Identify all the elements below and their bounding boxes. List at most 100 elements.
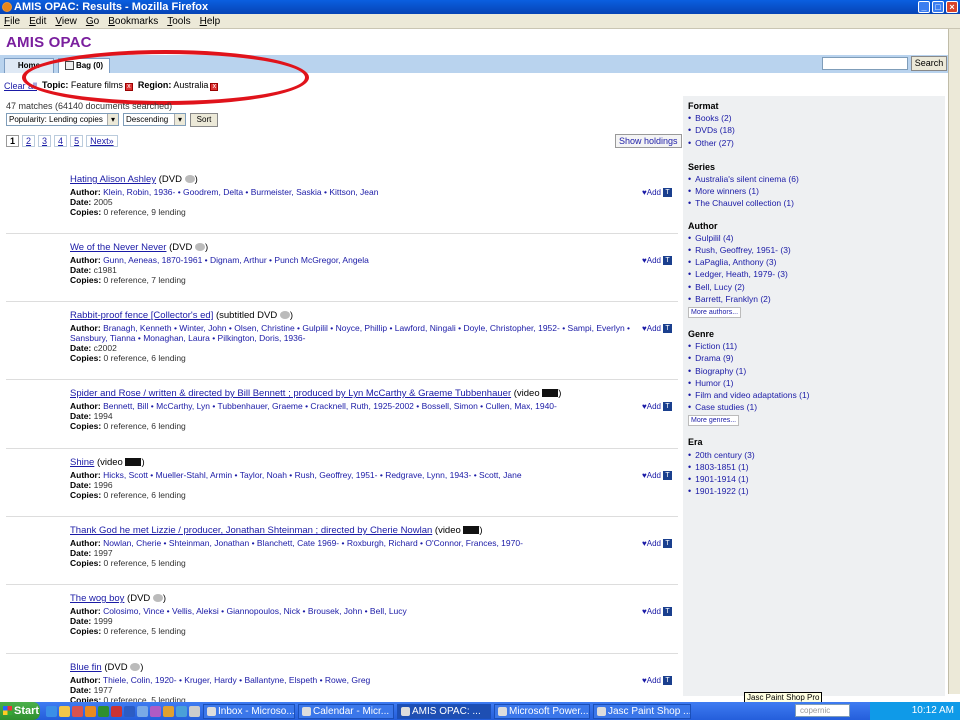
facet-item[interactable]: Books (2): [688, 112, 940, 124]
facet-item[interactable]: Barrett, Franklyn (2): [688, 293, 940, 305]
t-icon[interactable]: T: [662, 539, 672, 549]
result-author[interactable]: Klein, Robin, 1936- • Goodrem, Delta • B…: [103, 187, 378, 197]
menu-bookmarks[interactable]: Bookmarks: [108, 14, 158, 28]
add-label[interactable]: ♥Add: [642, 539, 661, 548]
add-to-bag-button[interactable]: ♥Add T: [642, 539, 672, 549]
sort-button[interactable]: Sort: [190, 113, 218, 127]
facet-link[interactable]: Barrett, Franklyn (2): [695, 294, 771, 304]
t-icon[interactable]: T: [662, 676, 672, 686]
result-title-link[interactable]: Hating Alison Ashley: [70, 174, 156, 185]
add-to-bag-button[interactable]: ♥Add T: [642, 676, 672, 686]
add-label[interactable]: ♥Add: [642, 256, 661, 265]
facet-item[interactable]: 1901-1922 (1): [688, 485, 940, 497]
vertical-scrollbar[interactable]: [948, 29, 960, 694]
facet-link[interactable]: Other (27): [695, 138, 734, 148]
minimize-icon[interactable]: _: [918, 1, 930, 13]
taskbar-item-amis[interactable]: AMIS OPAC: ...: [397, 703, 491, 719]
add-to-bag-button[interactable]: ♥Add T: [642, 188, 672, 198]
result-author[interactable]: Nowlan, Cherie • Shteinman, Jonathan • B…: [103, 538, 523, 548]
facet-item[interactable]: 1901-1914 (1): [688, 473, 940, 485]
page-2[interactable]: 2: [22, 135, 36, 147]
menu-edit[interactable]: Edit: [29, 14, 46, 28]
add-to-bag-button[interactable]: ♥Add T: [642, 402, 672, 412]
page-4[interactable]: 4: [54, 135, 68, 147]
facet-item[interactable]: LaPaglia, Anthony (3): [688, 256, 940, 268]
menu-view[interactable]: View: [55, 14, 77, 28]
add-to-bag-button[interactable]: ♥Add T: [642, 324, 672, 334]
app-icon[interactable]: [176, 705, 187, 717]
menu-tools[interactable]: Tools: [167, 14, 190, 28]
result-author[interactable]: Gunn, Aeneas, 1870-1961 • Dignam, Arthur…: [103, 255, 369, 265]
outlook-icon[interactable]: [72, 705, 83, 717]
menu-help[interactable]: Help: [200, 14, 221, 28]
page-1[interactable]: 1: [6, 135, 20, 147]
facet-link[interactable]: LaPaglia, Anthony (3): [695, 257, 776, 267]
facet-item[interactable]: Film and video adaptations (1): [688, 389, 940, 401]
facet-item[interactable]: More winners (1): [688, 185, 940, 197]
facet-item[interactable]: Other (27): [688, 137, 940, 149]
facet-link[interactable]: Film and video adaptations (1): [695, 390, 809, 400]
result-author[interactable]: Hicks, Scott • Mueller-Stahl, Armin • Ta…: [103, 470, 522, 480]
more-genres-button[interactable]: More genres...: [688, 415, 740, 427]
facet-link[interactable]: Biography (1): [695, 366, 746, 376]
facet-item[interactable]: Rush, Geoffrey, 1951- (3): [688, 244, 940, 256]
t-icon[interactable]: T: [662, 256, 672, 266]
next-page-link[interactable]: Next»: [86, 135, 118, 147]
show-holdings-button[interactable]: Show holdings: [615, 134, 682, 148]
result-title-link[interactable]: Shine: [70, 457, 94, 468]
facet-item[interactable]: Humor (1): [688, 377, 940, 389]
facet-link[interactable]: Case studies (1): [695, 402, 757, 412]
taskbar-item-inbox[interactable]: Inbox - Microso...: [203, 703, 295, 719]
facet-link[interactable]: 1901-1922 (1): [695, 486, 748, 496]
facet-link[interactable]: 20th century (3): [695, 450, 755, 460]
app-icon[interactable]: [189, 705, 200, 717]
result-title-link[interactable]: The wog boy: [70, 593, 124, 604]
folder-icon[interactable]: [59, 705, 70, 717]
result-title-link[interactable]: Thank God he met Lizzie / producer, Jona…: [70, 525, 432, 536]
facet-link[interactable]: Fiction (11): [695, 341, 737, 351]
facet-link[interactable]: Rush, Geoffrey, 1951- (3): [695, 245, 791, 255]
facet-link[interactable]: Australia's silent cinema (6): [695, 174, 799, 184]
facet-item[interactable]: Biography (1): [688, 365, 940, 377]
facet-item[interactable]: Drama (9): [688, 352, 940, 364]
facet-item[interactable]: 1803-1851 (1): [688, 461, 940, 473]
facet-link[interactable]: Drama (9): [695, 353, 733, 363]
facet-link[interactable]: More winners (1): [695, 186, 759, 196]
add-label[interactable]: ♥Add: [642, 402, 661, 411]
facet-link[interactable]: Humor (1): [695, 378, 733, 388]
facet-item[interactable]: Australia's silent cinema (6): [688, 173, 940, 185]
search-input[interactable]: [822, 57, 908, 70]
result-title-link[interactable]: Blue fin: [70, 662, 102, 673]
app-icon[interactable]: [150, 705, 161, 717]
result-title-link[interactable]: Rabbit-proof fence [Collector's ed]: [70, 310, 213, 321]
app-icon[interactable]: [163, 705, 174, 717]
powerpoint-icon[interactable]: [111, 705, 122, 717]
result-author[interactable]: Bennett, Bill • McCarthy, Lyn • Tubbenha…: [103, 401, 557, 411]
t-icon[interactable]: T: [662, 607, 672, 617]
add-label[interactable]: ♥Add: [642, 607, 661, 616]
add-label[interactable]: ♥Add: [642, 188, 661, 197]
sort-field-select[interactable]: Popularity: Lending copies: [6, 113, 119, 126]
excel-icon[interactable]: [98, 705, 109, 717]
result-author[interactable]: Branagh, Kenneth • Winter, John • Olsen,…: [70, 323, 630, 343]
t-icon[interactable]: T: [662, 471, 672, 481]
maximize-icon[interactable]: □: [932, 1, 944, 13]
menu-go[interactable]: Go: [86, 14, 99, 28]
taskbar-item-paintshop[interactable]: Jasc Paint Shop ...: [593, 703, 691, 719]
result-author[interactable]: Thiele, Colin, 1920- • Kruger, Hardy • B…: [103, 675, 370, 685]
facet-item[interactable]: Bell, Lucy (2): [688, 281, 940, 293]
ie-icon[interactable]: [46, 705, 57, 717]
search-button[interactable]: Search: [911, 56, 947, 71]
facet-link[interactable]: The Chauvel collection (1): [695, 198, 794, 208]
firefox-quick-icon[interactable]: [85, 705, 96, 717]
app-icon[interactable]: [137, 705, 148, 717]
start-button[interactable]: Start: [0, 702, 40, 720]
facet-item[interactable]: DVDs (18): [688, 124, 940, 136]
facet-item[interactable]: Ledger, Heath, 1979- (3): [688, 268, 940, 280]
add-label[interactable]: ♥Add: [642, 471, 661, 480]
facet-item[interactable]: Gulpilil (4): [688, 232, 940, 244]
facet-link[interactable]: 1901-1914 (1): [695, 474, 748, 484]
copernic-search-input[interactable]: copernic: [795, 704, 850, 717]
page-3[interactable]: 3: [38, 135, 52, 147]
facet-item[interactable]: 20th century (3): [688, 449, 940, 461]
